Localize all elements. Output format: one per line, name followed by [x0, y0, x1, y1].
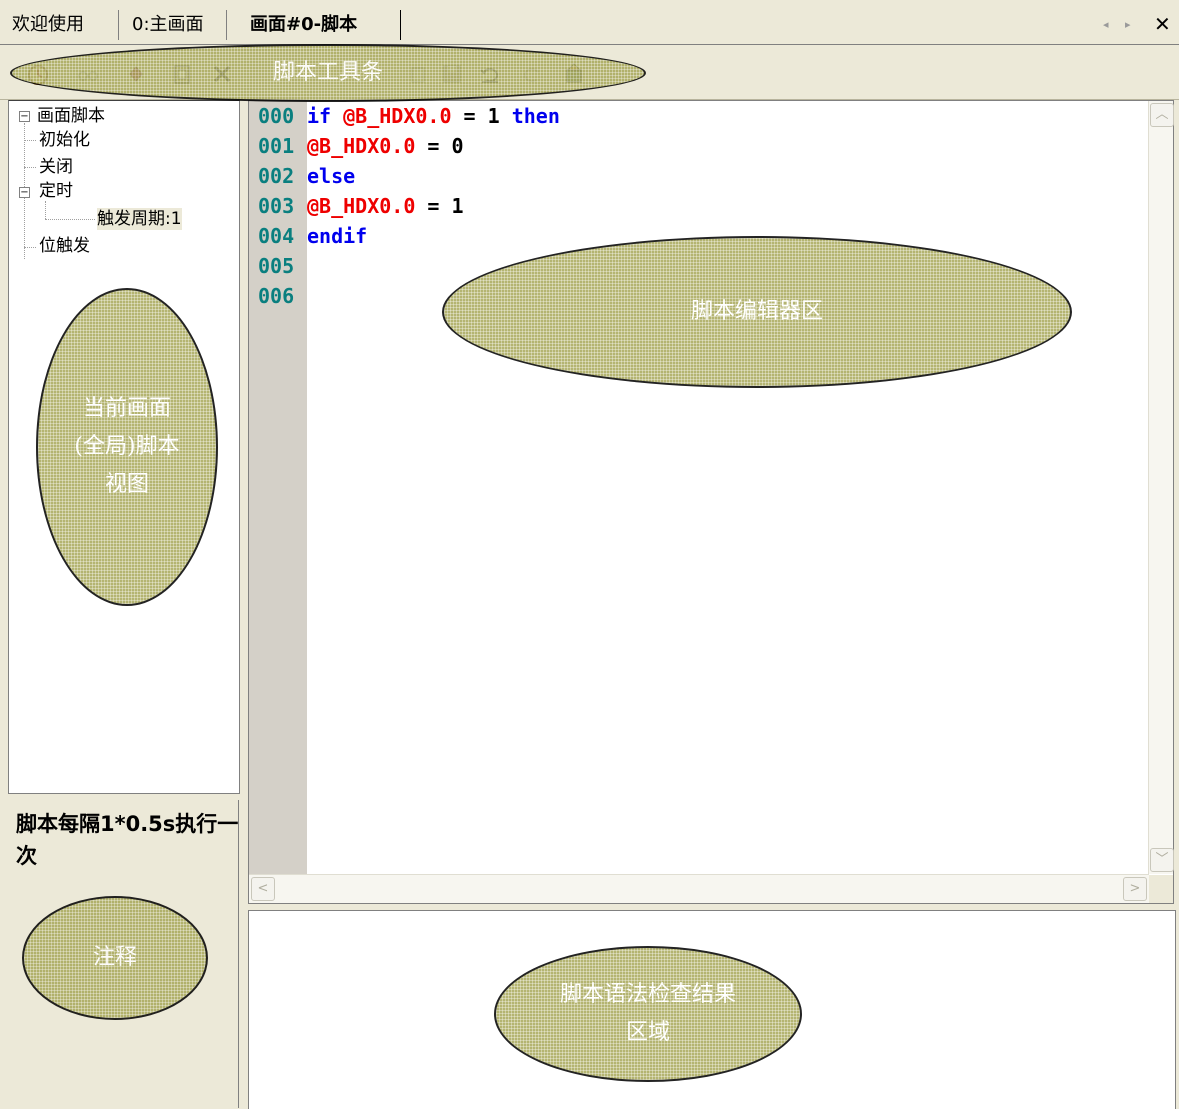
tree-item-init[interactable]: 初始化 [39, 129, 90, 151]
vertical-scrollbar[interactable]: ︿ ﹀ [1148, 101, 1174, 874]
code-token: = 0 [415, 134, 464, 158]
code-line[interactable]: 006 [249, 281, 307, 311]
scroll-down-icon[interactable]: ﹀ [1150, 848, 1174, 872]
callout-tree-view: 当前画面(全局)脚本视图 [36, 288, 218, 606]
callout-editor: 脚本编辑器区 [442, 236, 1072, 388]
code-token: = 1 [415, 194, 464, 218]
code-token: if [307, 104, 344, 128]
tree-connector [45, 201, 46, 219]
callout-comment: 注释 [22, 896, 208, 1020]
tab-screen-script[interactable]: 画面#0-脚本 [250, 12, 357, 38]
callout-toolbar: 脚本工具条 [10, 44, 646, 102]
line-number: 004 [258, 224, 295, 248]
tab-separator [118, 10, 119, 40]
tree-connector [24, 167, 36, 168]
line-number: 005 [258, 254, 295, 278]
tab-next-icon[interactable]: ▸ [1125, 18, 1131, 31]
tab-main-screen[interactable]: 0:主画面 [132, 12, 204, 38]
code-token: endif [307, 224, 368, 248]
collapse-toggle-icon[interactable]: − [19, 187, 30, 198]
tab-prev-icon[interactable]: ◂ [1103, 18, 1109, 31]
code-token: = 1 [451, 104, 512, 128]
tab-welcome[interactable]: 欢迎使用 [12, 12, 84, 38]
code-line[interactable]: 000 if @B_HDX0.0 = 1 then [249, 101, 560, 131]
scroll-left-icon[interactable]: < [251, 877, 275, 901]
code-token: @B_HDX0.0 [307, 134, 416, 158]
tree-item-timer[interactable]: 定时 [39, 180, 73, 202]
collapse-toggle-icon[interactable]: − [19, 111, 30, 122]
code-token: @B_HDX0.0 [343, 104, 452, 128]
tab-separator [226, 10, 227, 40]
code-line[interactable]: 002 else [249, 161, 355, 191]
tree-connector [24, 247, 36, 248]
line-number: 003 [258, 194, 295, 218]
line-number: 001 [258, 134, 295, 158]
code-line[interactable]: 003 @B_HDX0.0 = 1 [249, 191, 464, 221]
code-line[interactable]: 005 [249, 251, 307, 281]
tree-item-close[interactable]: 关闭 [39, 156, 73, 178]
code-token: else [307, 164, 356, 188]
tab-separator [400, 10, 401, 40]
scroll-up-icon[interactable]: ︿ [1150, 103, 1174, 127]
horizontal-scrollbar[interactable]: < > [249, 874, 1149, 903]
tab-close-icon[interactable]: ✕ [1154, 12, 1171, 36]
tree-root-screen-script[interactable]: 画面脚本 [37, 105, 105, 127]
code-line[interactable]: 001 @B_HDX0.0 = 0 [249, 131, 464, 161]
callout-results: 脚本语法检查结果区域 [494, 946, 802, 1082]
code-line[interactable]: 004 endif [249, 221, 367, 251]
tree-connector [24, 140, 36, 141]
scrollbar-corner [1149, 875, 1173, 903]
line-number: 006 [258, 284, 295, 308]
tree-item-trigger-period[interactable]: 触发周期:1 [97, 208, 182, 230]
script-editor[interactable]: 000 if @B_HDX0.0 = 1 then 001 @B_HDX0.0 = 0… [248, 100, 1174, 904]
line-number: 002 [258, 164, 295, 188]
tree-item-bit-trigger[interactable]: 位触发 [39, 235, 90, 257]
code-token: @B_HDX0.0 [307, 194, 416, 218]
tree-connector [45, 219, 95, 220]
code-token: then [511, 104, 560, 128]
tab-bar: 欢迎使用 0:主画面 画面#0-脚本 ◂ ▸ ✕ [0, 0, 1179, 45]
line-number: 000 [258, 104, 295, 128]
comment-text: 脚本每隔1*0.5s执行一次 [16, 812, 239, 868]
scroll-right-icon[interactable]: > [1123, 877, 1147, 901]
